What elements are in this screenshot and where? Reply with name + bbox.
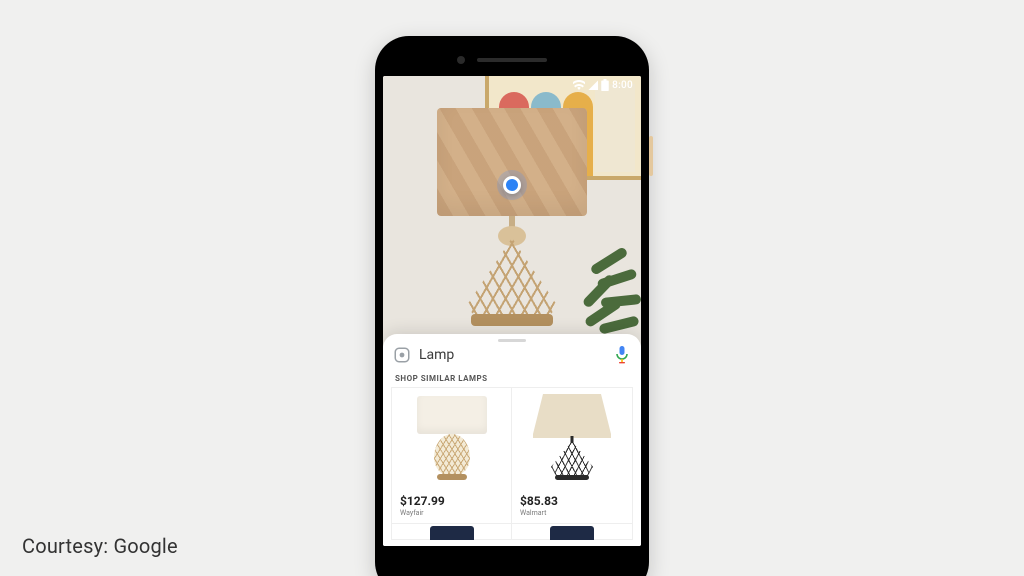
microphone-icon[interactable] bbox=[615, 346, 629, 364]
product-thumbnail bbox=[512, 388, 632, 488]
product-grid: $127.99 Wayfair $85.83 Walmart bbox=[383, 387, 641, 524]
product-store: Wayfair bbox=[392, 509, 511, 523]
product-price: $127.99 bbox=[392, 488, 511, 509]
image-credit: Courtesy: Google bbox=[22, 534, 178, 558]
lens-focus-dot-icon[interactable] bbox=[503, 176, 521, 194]
search-row[interactable]: Lamp bbox=[383, 344, 641, 370]
scene-lamp bbox=[427, 108, 597, 338]
product-card[interactable]: $85.83 Walmart bbox=[512, 387, 633, 524]
phone-screen: 8:00 bbox=[383, 76, 641, 546]
product-store: Walmart bbox=[512, 509, 632, 523]
phone-frame: 8:00 bbox=[375, 36, 649, 576]
search-term[interactable]: Lamp bbox=[419, 347, 607, 363]
google-lens-icon bbox=[393, 346, 411, 364]
product-grid-next-row bbox=[383, 524, 641, 540]
battery-icon bbox=[601, 79, 609, 91]
phone-earpiece bbox=[477, 58, 547, 62]
product-card[interactable]: $127.99 Wayfair bbox=[391, 387, 512, 524]
front-camera-dot bbox=[457, 56, 465, 64]
cell-signal-icon bbox=[588, 80, 598, 90]
results-sheet[interactable]: Lamp SHOP SIMILAR LAMPS $127.99 bbox=[383, 334, 641, 546]
status-time: 8:00 bbox=[612, 80, 633, 91]
product-thumbnail bbox=[392, 388, 511, 488]
wifi-icon bbox=[573, 80, 585, 90]
sheet-drag-handle[interactable] bbox=[498, 339, 526, 342]
product-thumbnail bbox=[430, 526, 474, 540]
section-label: SHOP SIMILAR LAMPS bbox=[383, 370, 641, 387]
status-bar: 8:00 bbox=[383, 76, 641, 94]
product-price: $85.83 bbox=[512, 488, 632, 509]
product-thumbnail bbox=[550, 526, 594, 540]
camera-viewfinder[interactable] bbox=[383, 76, 641, 346]
